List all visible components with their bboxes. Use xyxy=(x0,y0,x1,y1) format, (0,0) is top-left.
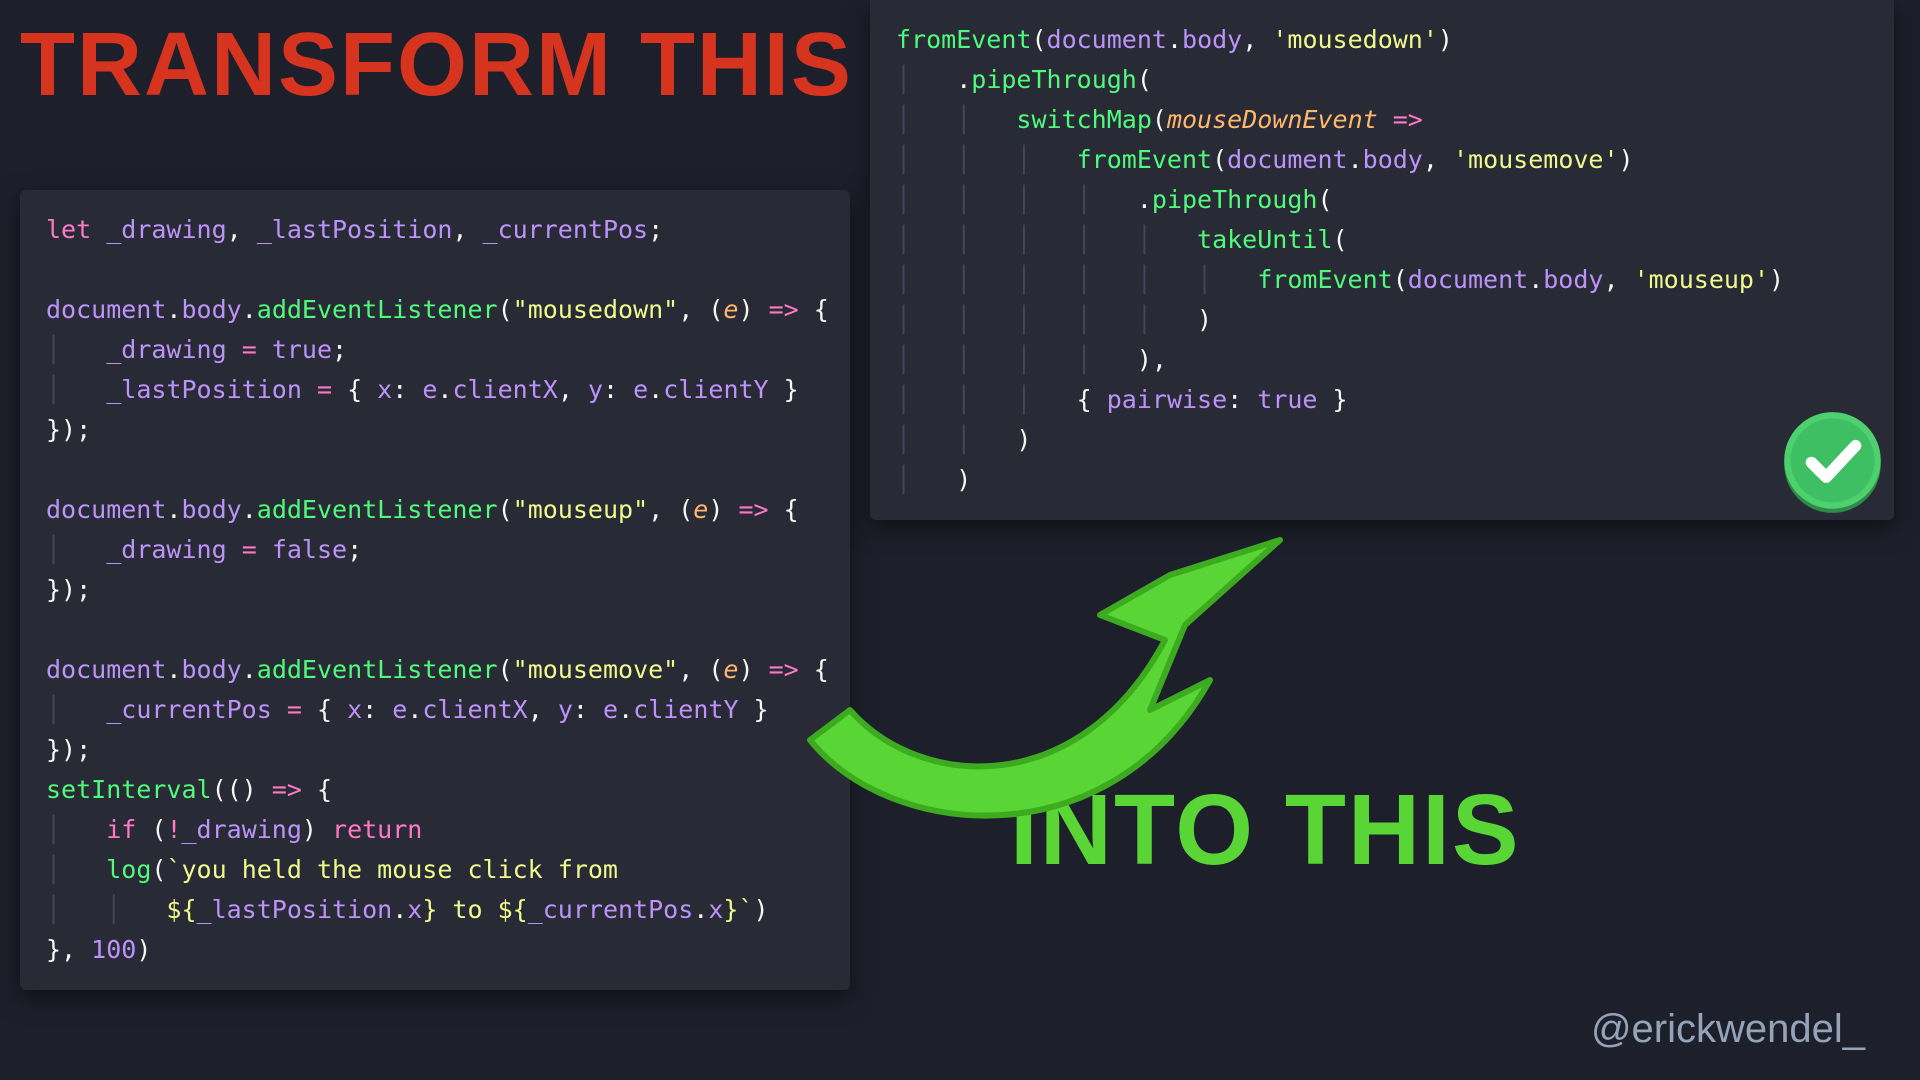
code-block-after: fromEvent(document.body, 'mousedown')│ .… xyxy=(870,0,1894,520)
code-line: }); xyxy=(46,730,824,770)
code-line: setInterval(() => { xyxy=(46,770,824,810)
code-line: let _drawing, _lastPosition, _currentPos… xyxy=(46,210,824,250)
code-line: document.body.addEventListener("mousedow… xyxy=(46,290,824,330)
code-line xyxy=(46,450,824,490)
code-line: │ _currentPos = { x: e.clientX, y: e.cli… xyxy=(46,690,824,730)
code-line xyxy=(46,250,824,290)
code-line: │ │ │ │ ), xyxy=(896,340,1868,380)
code-line: │ │ │ │ │ ) xyxy=(896,300,1868,340)
code-line: │ _lastPosition = { x: e.clientX, y: e.c… xyxy=(46,370,824,410)
code-line: │ │ │ │ │ │ fromEvent(document.body, 'mo… xyxy=(896,260,1868,300)
code-line: }); xyxy=(46,570,824,610)
code-line: │ │ │ fromEvent(document.body, 'mousemov… xyxy=(896,140,1868,180)
code-line: │ .pipeThrough( xyxy=(896,60,1868,100)
code-line: document.body.addEventListener("mousemov… xyxy=(46,650,824,690)
code-line: │ _drawing = false; xyxy=(46,530,824,570)
code-line: │ _drawing = true; xyxy=(46,330,824,370)
code-line: │ │ │ { pairwise: true } xyxy=(896,380,1868,420)
code-line: │ if (!_drawing) return xyxy=(46,810,824,850)
code-line: │ log(`you held the mouse click from xyxy=(46,850,824,890)
author-handle: @erickwendel_ xyxy=(1591,1007,1865,1052)
code-line: }); xyxy=(46,410,824,450)
arrow-icon xyxy=(770,480,1370,880)
checkmark-badge-icon xyxy=(1780,410,1885,515)
code-line xyxy=(46,610,824,650)
heading-transform-this: TRANSFORM THIS xyxy=(20,20,853,110)
code-line: document.body.addEventListener("mouseup"… xyxy=(46,490,824,530)
code-line: │ │ ${_lastPosition.x} to ${_currentPos.… xyxy=(46,890,824,930)
code-line: }, 100) xyxy=(46,930,824,970)
code-line: │ │ │ │ │ takeUntil( xyxy=(896,220,1868,260)
code-line: │ │ switchMap(mouseDownEvent => xyxy=(896,100,1868,140)
code-line: │ │ ) xyxy=(896,420,1868,460)
code-line: │ │ │ │ .pipeThrough( xyxy=(896,180,1868,220)
code-block-before: let _drawing, _lastPosition, _currentPos… xyxy=(20,190,850,990)
code-line: fromEvent(document.body, 'mousedown') xyxy=(896,20,1868,60)
